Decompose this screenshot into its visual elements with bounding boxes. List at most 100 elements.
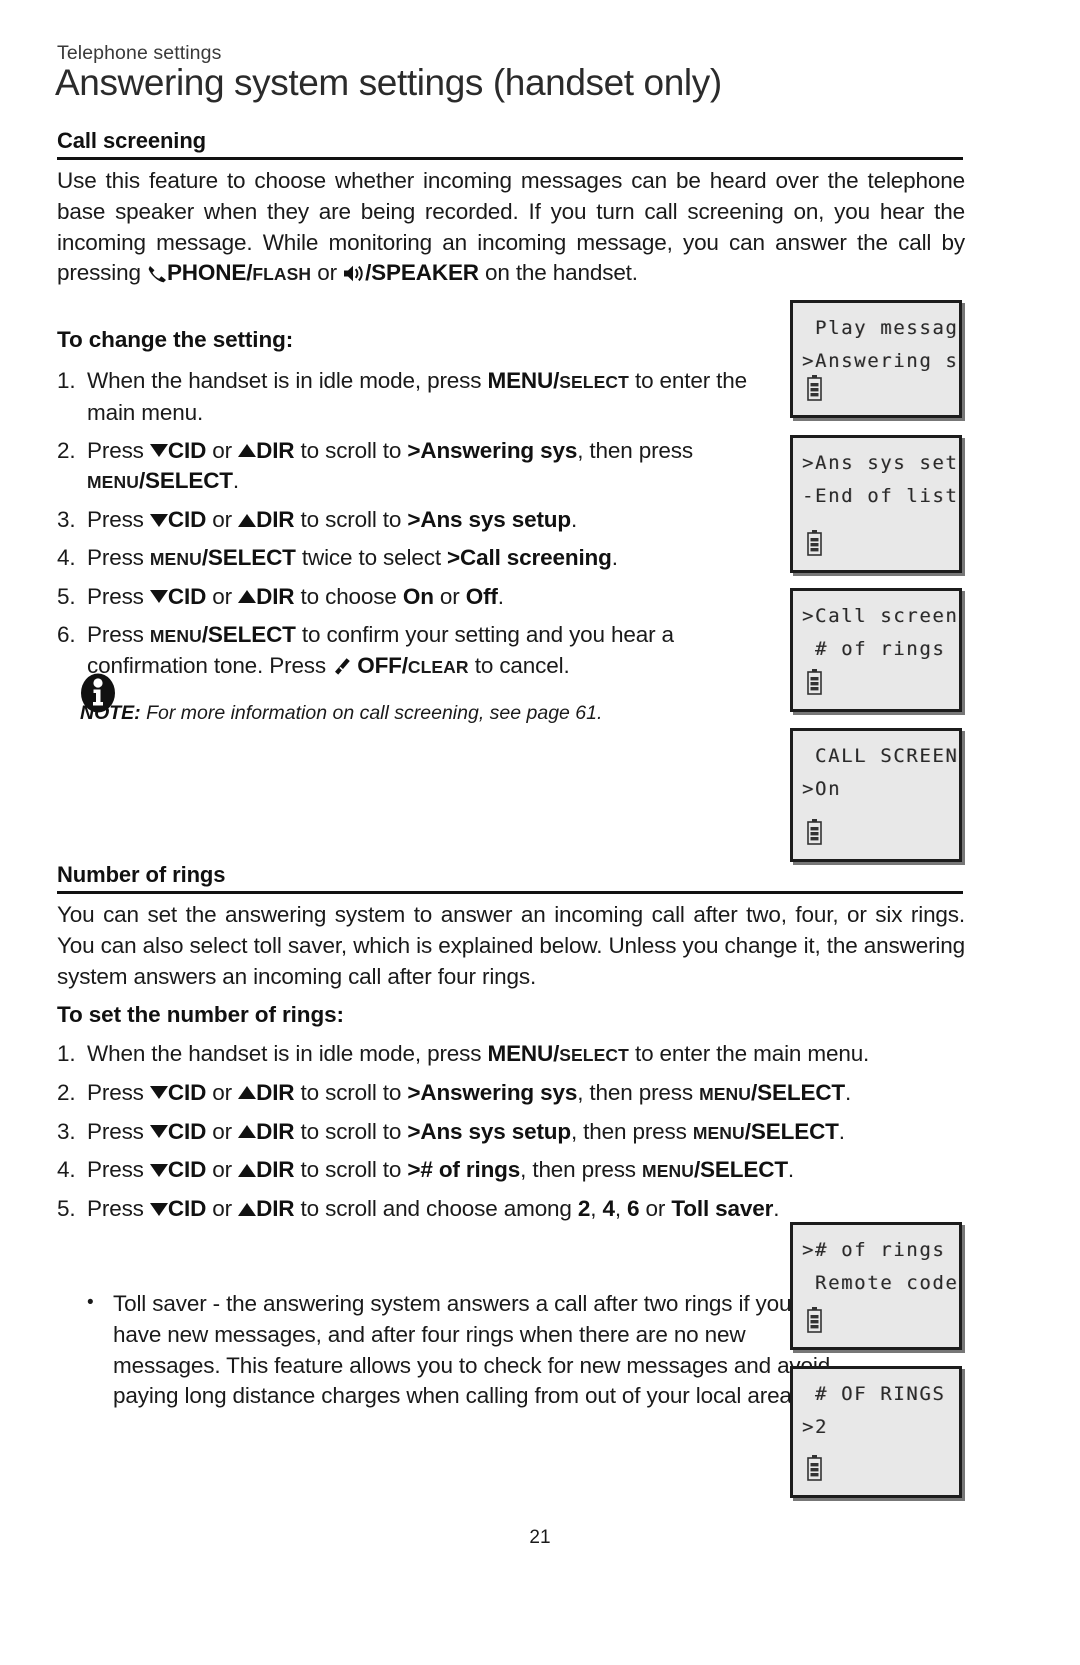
list-item-number: 4. — [57, 544, 76, 570]
smallcaps-text: MENU — [642, 1161, 694, 1182]
section-rule — [57, 157, 963, 160]
emphasis-text: CID — [167, 437, 207, 463]
triangle-up-icon — [238, 590, 257, 604]
list-item: 2. Press CID or DIR to scroll to >Answeri… — [57, 437, 693, 494]
page-number: 21 — [529, 1527, 551, 1548]
emphasis-text: >Answering sys — [407, 437, 578, 463]
lcd-line-1: >Call screening — [802, 605, 959, 627]
emphasis-text: 2 — [577, 1196, 591, 1222]
emphasis-text: DIR — [256, 507, 295, 533]
note-text: For more information on call screening, … — [140, 702, 603, 724]
page-title: Answering system settings (handset only) — [55, 62, 722, 103]
battery-icon — [807, 1307, 822, 1333]
toll-saver-bullet: • Toll saver - the answering system answe… — [57, 1289, 833, 1412]
triangle-up-icon — [238, 1202, 257, 1216]
emphasis-text: DIR — [256, 1079, 295, 1105]
list-item-number: 2. — [57, 437, 76, 463]
emphasis-text: DIR — [256, 583, 295, 609]
list-item: 5. Press CID or DIR to scroll and choose … — [57, 1194, 965, 1225]
lcd-line-2: -End of list- — [802, 485, 962, 507]
lcd-screen-call-screening-on: CALL SCREENING >On — [790, 728, 962, 862]
triangle-up-icon — [238, 1125, 257, 1139]
number-of-rings-steps: 1. When the handset is in idle mode, pres… — [57, 1039, 965, 1232]
emphasis-text: DIR — [256, 437, 295, 463]
list-item-number: 6. — [57, 621, 76, 647]
lcd-line-1: >Ans sys setup — [802, 452, 959, 474]
emphasis-text: >Ans sys setup — [407, 507, 571, 533]
emphasis-text: >Call screening — [447, 544, 612, 570]
list-item: 1. When the handset is in idle mode, pres… — [57, 368, 748, 425]
subheading-to-change-the-setting: To change the setting: — [57, 327, 294, 352]
smallcaps-text: SELECT — [559, 372, 629, 392]
lcd-line-2: >Answering sys — [802, 350, 959, 372]
emphasis-text: OFF/ — [351, 653, 408, 679]
emphasis-text: /SELECT — [751, 1079, 846, 1105]
list-item: 3. Press CID or DIR to scroll to >Ans sys… — [57, 1117, 965, 1149]
triangle-down-icon — [149, 590, 168, 604]
emphasis-text: Off — [465, 583, 498, 609]
speaker-label: /SPEAKER — [365, 260, 479, 286]
call-screening-steps: 1. When the handset is in idle mode, pres… — [57, 366, 772, 690]
number-of-rings-intro: You can set the answering system to answ… — [57, 902, 965, 989]
lcd-line-2: >2 — [802, 1416, 829, 1438]
emphasis-text: 6 — [627, 1196, 640, 1222]
smallcaps-text: MENU — [699, 1083, 752, 1104]
off-handset-icon — [332, 653, 351, 678]
toll-saver-text: Toll saver - the answering system answer… — [113, 1291, 831, 1409]
emphasis-text: CID — [167, 1196, 207, 1222]
emphasis-text: DIR — [256, 1157, 295, 1183]
lcd-screen-call-screening-menu: >Call screening # of rings — [790, 588, 962, 712]
emphasis-text: /SELECT — [744, 1118, 839, 1144]
battery-icon — [807, 669, 822, 695]
lcd-line-1: CALL SCREENING — [815, 745, 959, 767]
emphasis-text: On — [402, 583, 434, 609]
lcd-screen-ans-sys-setup: >Ans sys setup -End of list- — [790, 435, 962, 573]
list-item: 4. Press MENU/SELECT twice to select >Cal… — [57, 543, 772, 575]
triangle-down-icon — [149, 1202, 168, 1216]
list-item: 5. Press CID or DIR to choose On or Off. — [57, 582, 772, 613]
emphasis-text: DIR — [256, 1118, 295, 1144]
triangle-up-icon — [238, 1086, 257, 1100]
list-item-number: 1. — [57, 1041, 76, 1066]
triangle-down-icon — [149, 1163, 168, 1177]
note-call-screening: NOTE: For more information on call scree… — [80, 673, 740, 726]
emphasis-text: MENU/ — [487, 368, 560, 393]
list-item-number: 3. — [57, 1118, 76, 1144]
phone-flash-smallcaps: FLASH — [252, 264, 312, 285]
list-item-number: 2. — [57, 1079, 76, 1105]
smallcaps-text: MENU — [149, 548, 202, 569]
section-rule — [57, 891, 963, 894]
emphasis-text: Toll saver — [671, 1196, 774, 1222]
lcd-line-2: >On — [802, 778, 842, 800]
list-item: 6. Press MENU/SELECT to confirm your sett… — [57, 621, 674, 679]
lcd-screen-num-of-rings-menu: ># of rings Remote code — [790, 1222, 962, 1350]
emphasis-text: CID — [167, 1118, 207, 1144]
list-item-number: 4. — [57, 1157, 76, 1183]
emphasis-text: ># of rings — [407, 1157, 521, 1183]
emphasis-text: /SELECT — [138, 468, 233, 494]
lcd-line-2: Remote code — [802, 1272, 959, 1294]
triangle-up-icon — [238, 444, 257, 458]
list-item: 4. Press CID or DIR to scroll to ># of ri… — [57, 1155, 965, 1187]
intro-text-part2: on the handset. — [478, 260, 638, 286]
emphasis-text: 4 — [602, 1196, 615, 1222]
list-item: 1. When the handset is in idle mode, pres… — [57, 1039, 965, 1071]
emphasis-text: CID — [167, 507, 207, 533]
intro-or: or — [311, 260, 344, 286]
emphasis-text: >Ans sys setup — [407, 1118, 571, 1144]
emphasis-text: CID — [167, 583, 207, 609]
phone-flash-label: PHONE/ — [166, 260, 253, 286]
lcd-line-2: # of rings — [802, 638, 946, 660]
smallcaps-text: SELECT — [559, 1045, 629, 1065]
lcd-line-1: ># of rings — [802, 1239, 946, 1261]
list-item-number: 5. — [57, 1196, 76, 1222]
smallcaps-text: MENU — [149, 625, 202, 646]
call-screening-intro: Use this feature to choose whether incom… — [57, 166, 965, 290]
lcd-line-1: Play messages — [815, 317, 959, 339]
triangle-up-icon — [238, 1163, 257, 1177]
manual-page: Telephone settings Answering system sett… — [0, 0, 1080, 1665]
list-item: 3. Press CID or DIR to scroll to >Ans sys… — [57, 505, 772, 536]
smallcaps-text: MENU — [692, 1122, 745, 1143]
info-icon — [80, 673, 116, 713]
bullet-marker: • — [87, 1292, 94, 1313]
